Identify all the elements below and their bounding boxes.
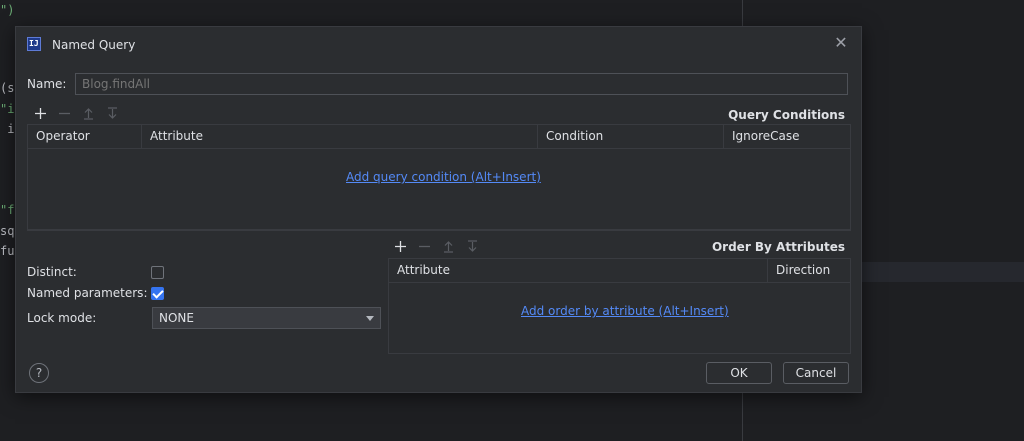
move-up-icon[interactable]	[436, 235, 460, 257]
column-header-condition[interactable]: Condition	[538, 125, 724, 148]
ok-button[interactable]: OK	[706, 362, 772, 384]
lock-mode-label: Lock mode:	[27, 311, 97, 325]
code-line: "i	[0, 102, 15, 116]
close-icon[interactable]: ✕	[833, 35, 849, 51]
add-icon[interactable]	[388, 235, 412, 257]
column-header-operator[interactable]: Operator	[28, 125, 142, 148]
column-header-attribute[interactable]: Attribute	[142, 125, 538, 148]
dialog-title: Named Query	[52, 38, 136, 52]
intellij-app-icon: IJ	[27, 37, 41, 51]
named-parameters-checkbox[interactable]	[151, 287, 164, 300]
column-header-direction[interactable]: Direction	[768, 259, 850, 282]
column-header-attribute[interactable]: Attribute	[389, 259, 768, 282]
table-header: Operator Attribute Condition IgnoreCase	[28, 125, 850, 149]
distinct-label: Distinct:	[27, 265, 77, 279]
move-down-icon[interactable]	[100, 102, 124, 124]
remove-icon[interactable]	[412, 235, 436, 257]
code-line: (s	[0, 81, 15, 95]
cancel-button[interactable]: Cancel	[783, 362, 849, 384]
named-query-dialog: IJ Named Query ✕ Name: Query Conditions …	[15, 26, 862, 393]
code-line: fu	[0, 244, 15, 258]
remove-icon[interactable]	[52, 102, 76, 124]
code-line: ")	[0, 3, 15, 17]
named-parameters-label: Named parameters:	[27, 286, 148, 300]
lock-mode-select[interactable]: NONE	[152, 307, 381, 329]
add-icon[interactable]	[28, 102, 52, 124]
order-by-title: Order By Attributes	[711, 240, 845, 254]
table-header: Attribute Direction	[389, 259, 850, 283]
code-line: "f	[0, 203, 15, 217]
distinct-checkbox[interactable]	[151, 266, 164, 279]
query-conditions-toolbar	[28, 102, 124, 124]
add-order-by-attribute-link[interactable]: Add order by attribute (Alt+Insert)	[521, 304, 729, 318]
help-icon[interactable]: ?	[29, 363, 49, 383]
add-query-condition-link[interactable]: Add query condition (Alt+Insert)	[346, 170, 541, 184]
order-by-toolbar	[388, 235, 484, 257]
query-conditions-title: Query Conditions	[728, 108, 845, 122]
editor-current-line	[862, 262, 1024, 282]
lock-mode-value: NONE	[159, 311, 194, 325]
code-line: i	[0, 122, 15, 136]
section-divider	[27, 230, 851, 231]
name-label: Name:	[27, 77, 67, 91]
column-header-ignorecase[interactable]: IgnoreCase	[724, 125, 850, 148]
chevron-down-icon	[366, 316, 374, 321]
move-up-icon[interactable]	[76, 102, 100, 124]
move-down-icon[interactable]	[460, 235, 484, 257]
order-by-table: Attribute Direction Add order by attribu…	[388, 258, 851, 354]
query-conditions-table: Operator Attribute Condition IgnoreCase …	[27, 124, 851, 230]
name-input[interactable]	[75, 73, 848, 95]
